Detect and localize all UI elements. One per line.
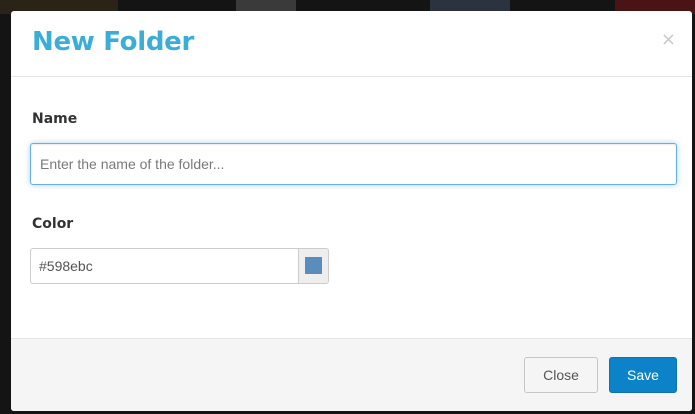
color-picker	[30, 248, 329, 284]
close-button[interactable]: Close	[524, 357, 598, 393]
color-input[interactable]	[30, 248, 298, 284]
modal-body: Name Color	[11, 77, 692, 339]
new-folder-dialog: New Folder × Name Color Close Save	[11, 11, 692, 411]
color-picker-button[interactable]	[298, 248, 329, 284]
modal-title: New Folder	[32, 27, 195, 57]
name-label: Name	[32, 111, 78, 127]
modal-footer: Close Save	[11, 338, 692, 411]
save-button[interactable]: Save	[609, 357, 677, 393]
color-label: Color	[32, 216, 74, 232]
color-swatch-icon	[305, 257, 322, 274]
folder-name-input[interactable]	[30, 143, 677, 185]
modal-header: New Folder ×	[11, 11, 692, 77]
close-icon[interactable]: ×	[661, 31, 676, 49]
